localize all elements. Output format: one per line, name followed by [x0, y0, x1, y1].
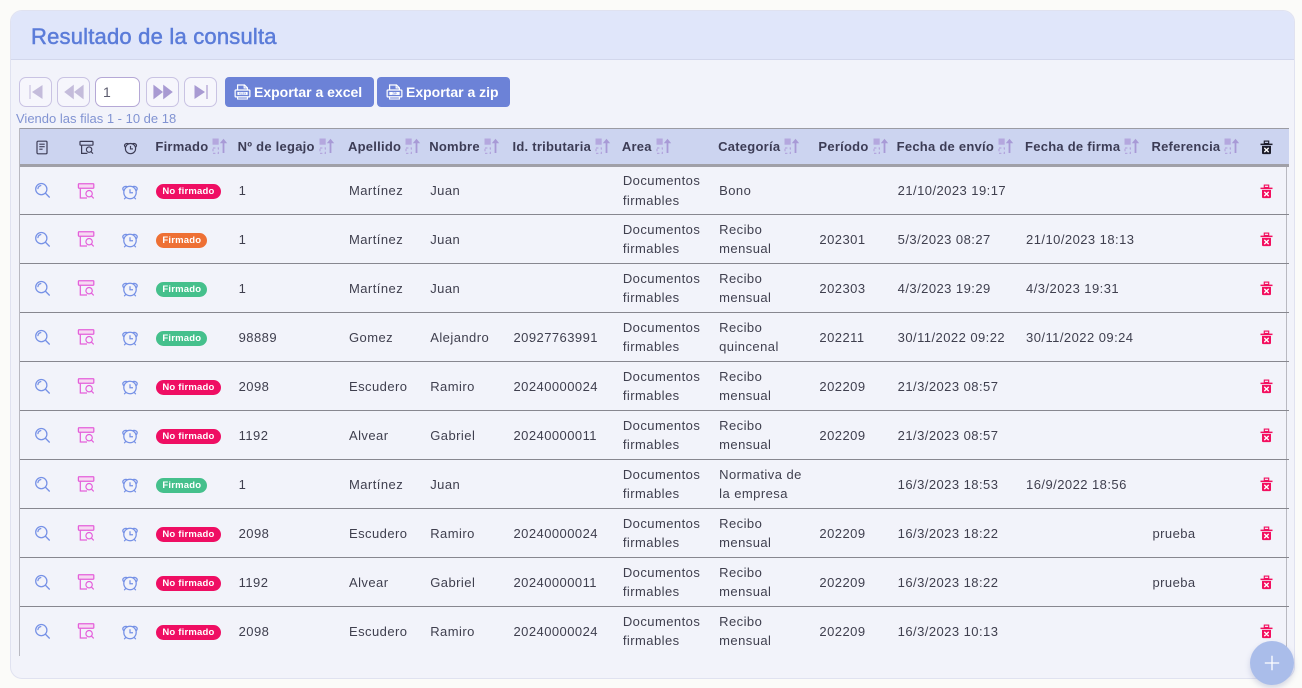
svg-text:ZIP: ZIP	[392, 91, 396, 95]
svg-text:XLSX: XLSX	[239, 91, 246, 95]
